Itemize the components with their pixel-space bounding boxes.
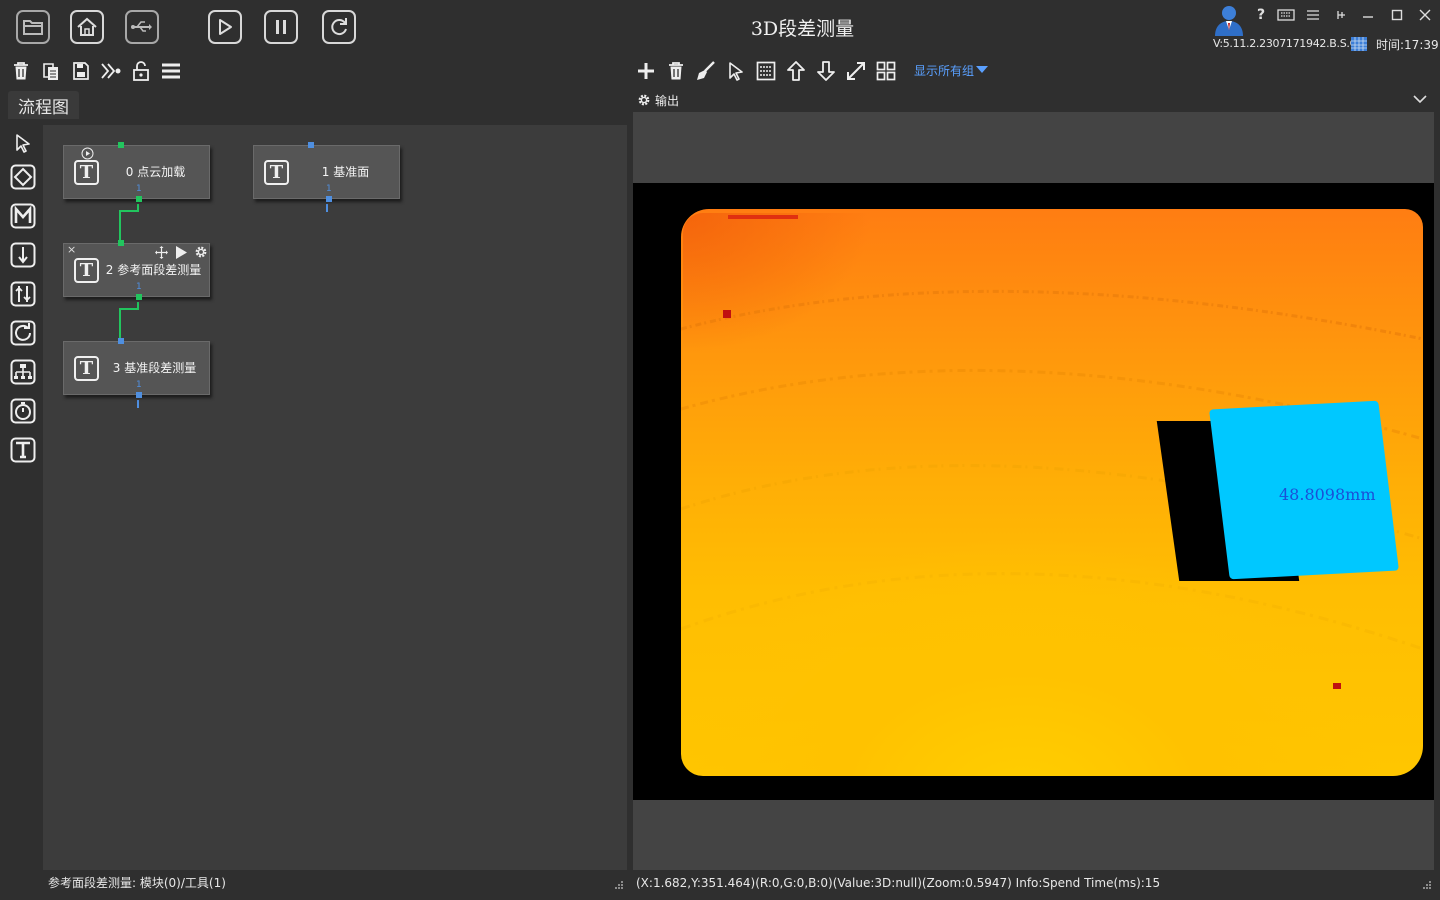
output-port[interactable] [136, 392, 142, 398]
move-up-icon[interactable] [785, 60, 807, 82]
flow-status-bar: 参考面段差测量: 模块(0)/工具(1) [43, 870, 627, 896]
close-icon[interactable] [1415, 6, 1435, 24]
edge-noise [1333, 683, 1341, 689]
run-node-icon[interactable] [175, 246, 187, 259]
edge-noise [723, 310, 731, 318]
timer-icon[interactable] [10, 398, 36, 424]
copy-icon[interactable] [40, 60, 62, 82]
unlock-icon[interactable] [130, 60, 152, 82]
flow-canvas[interactable]: T 0 点云加载 1 T 1 基准面 1 × T 2 参考面段差测量 1 T 3… [43, 125, 627, 870]
resize-grip-icon[interactable] [1422, 880, 1432, 890]
folder-open-icon[interactable] [16, 10, 50, 44]
node-label: 0 点云加载 [125, 165, 186, 179]
input-port[interactable] [308, 142, 314, 148]
node-label: 3 基准段差测量 [112, 361, 197, 375]
keyboard-icon[interactable] [1276, 6, 1296, 24]
help-icon[interactable]: ? [1251, 6, 1271, 24]
node-close-icon[interactable]: × [67, 243, 76, 256]
output-label: 输出 [655, 94, 680, 108]
maximize-icon[interactable] [1387, 6, 1407, 24]
version-label: V:5.11.2.2307171942.B.S.C [1213, 37, 1358, 50]
minimize-icon[interactable] [1358, 6, 1378, 24]
node-label: 2 参考面段差测量 [105, 263, 202, 277]
play-icon[interactable] [208, 10, 242, 44]
app-title: 3D段差测量 [750, 18, 855, 40]
chevron-down-icon [976, 66, 988, 73]
calendar-icon [1350, 36, 1368, 52]
output-port[interactable] [136, 294, 142, 300]
image-viewer[interactable]: 48.8098mm [633, 112, 1434, 870]
show-groups-label: 显示所有组 [914, 64, 975, 78]
text-tool-icon: T [74, 356, 99, 381]
output-panel-header: 输出 [633, 88, 1440, 112]
trash-icon[interactable] [10, 60, 32, 82]
step-measurement-label: 48.8098mm [1279, 485, 1376, 504]
pause-icon[interactable] [264, 10, 298, 44]
title-bar: 3D段差测量 ? V:5.11.2.2307171942.B.S.C 时间:17… [0, 0, 1440, 56]
resize-grip-icon[interactable] [614, 880, 624, 890]
menu-icon[interactable] [160, 60, 182, 82]
text-tool-icon: T [264, 160, 289, 185]
text-tool-icon: T [74, 258, 99, 283]
viewer-status-bar: (X:1.682,Y:351.464)(R:0,G:0,B:0)(Value:3… [636, 876, 1161, 890]
output-port[interactable] [136, 196, 142, 202]
text-tool-icon[interactable] [10, 437, 36, 463]
collapse-chevron-icon[interactable] [1413, 95, 1427, 104]
flow-node-0[interactable]: T 0 点云加载 1 [63, 142, 210, 202]
refresh-icon[interactable] [322, 10, 356, 44]
pointer-icon[interactable] [10, 130, 36, 156]
flow-node-1[interactable]: T 1 基准面 1 [253, 142, 400, 202]
delete-icon[interactable] [665, 60, 687, 82]
input-port[interactable] [118, 142, 124, 148]
m-module-icon[interactable] [10, 203, 36, 229]
user-avatar-icon[interactable] [1211, 4, 1247, 36]
text-tool-icon: T [74, 160, 99, 185]
start-marker-icon [81, 147, 94, 160]
save-icon[interactable] [70, 60, 92, 82]
port-number: 1 [136, 282, 142, 292]
clock-label: 时间:17:39 [1376, 38, 1439, 52]
node-label: 1 基准面 [321, 165, 370, 179]
select-icon[interactable] [725, 60, 747, 82]
grid-view-icon[interactable] [755, 60, 777, 82]
connector-lines [119, 204, 328, 408]
port-number: 1 [326, 184, 332, 194]
input-port[interactable] [118, 240, 124, 246]
expand-icon[interactable] [845, 60, 867, 82]
add-icon[interactable] [635, 60, 657, 82]
usb-icon[interactable] [125, 10, 159, 44]
flow-node-2[interactable]: × T 2 参考面段差测量 1 [63, 240, 210, 300]
settings-gear-icon[interactable] [194, 245, 208, 259]
sliders-icon[interactable] [10, 281, 36, 307]
move-down-icon[interactable] [815, 60, 837, 82]
loop-icon[interactable] [10, 320, 36, 346]
port-number: 1 [136, 184, 142, 194]
hierarchy-icon[interactable] [10, 359, 36, 385]
brush-icon[interactable] [695, 60, 717, 82]
move-icon[interactable] [155, 246, 168, 259]
list-menu-icon[interactable] [1303, 6, 1323, 24]
home-icon[interactable] [70, 10, 104, 44]
pin-icon[interactable] [1331, 6, 1351, 24]
down-arrow-icon[interactable] [10, 242, 36, 268]
edge-noise [728, 215, 798, 219]
output-port[interactable] [326, 196, 332, 202]
settings-gear-icon[interactable] [637, 93, 651, 107]
flow-node-3[interactable]: T 3 基准段差测量 1 [63, 338, 210, 398]
link-icon[interactable] [100, 60, 122, 82]
tab-flowchart[interactable]: 流程图 [8, 91, 79, 119]
input-port[interactable] [118, 338, 124, 344]
diamond-icon[interactable] [10, 164, 36, 190]
show-groups-dropdown[interactable]: 显示所有组 [914, 62, 988, 79]
point-cloud-display[interactable]: 48.8098mm [633, 183, 1434, 800]
tool-palette [4, 125, 42, 895]
port-number: 1 [136, 380, 142, 390]
tile-icon[interactable] [875, 60, 897, 82]
